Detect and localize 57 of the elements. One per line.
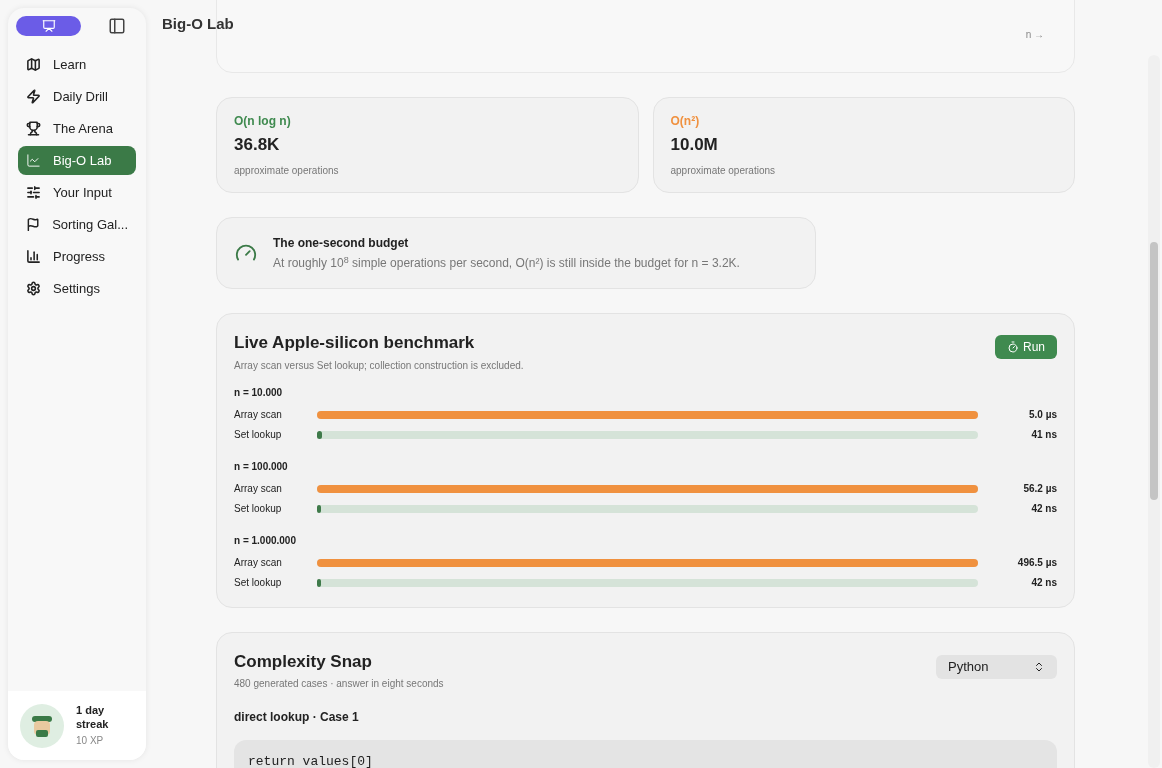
complexity-label: O(n log n) — [234, 112, 292, 130]
bar-chart-icon — [26, 249, 41, 264]
code-line: return values[0] — [248, 752, 373, 768]
nav-item[interactable]: Your Input — [18, 178, 136, 207]
map-icon — [26, 57, 41, 72]
group-label: n = 10.000 — [234, 385, 284, 400]
avatar-icon — [20, 703, 64, 748]
benchmark-title: Live Apple-silicon benchmark — [234, 332, 476, 354]
row-label: Set lookup — [234, 428, 283, 442]
timing-value: 41 ns — [1030, 428, 1057, 442]
flag-icon — [26, 217, 41, 232]
row-label: Array scan — [234, 556, 283, 570]
timing-value: 56.2 µs — [1022, 482, 1057, 496]
row-label: Set lookup — [234, 502, 283, 516]
nav-item[interactable]: Sorting Gal... — [18, 210, 136, 239]
language-select[interactable]: Python — [936, 654, 1057, 679]
timer-icon — [1007, 341, 1019, 353]
nav-item[interactable]: The Arena — [18, 114, 136, 143]
nav-item[interactable]: Learn — [18, 50, 136, 79]
benchmark-subtitle: Array scan versus Set lookup; collection construction is excluded. — [234, 358, 524, 373]
settings-icon — [26, 281, 41, 296]
snap-subtitle: 480 generated cases · answer in eight seconds — [234, 677, 444, 691]
nav-item[interactable]: Progress — [18, 242, 136, 271]
stat-value: 36.8K — [234, 133, 281, 156]
xp-label: 10 XP — [76, 734, 105, 748]
stat-caption: approximate operations — [234, 164, 340, 179]
budget-text: At roughly 10$^{8}$ simple operations per second, O(n²) is still inside the budget for n = 3.2K. — [273, 254, 740, 272]
group-label: n = 100.000 — [234, 459, 289, 474]
row-label: Set lookup — [234, 576, 283, 590]
presentation-icon — [41, 19, 56, 33]
workspace-button[interactable] — [16, 16, 81, 36]
nav-item[interactable]: Daily Drill — [18, 82, 136, 111]
lightning-icon — [26, 89, 41, 104]
timing-value: 42 ns — [1030, 502, 1057, 516]
case-title: direct lookup · Case 1 — [234, 709, 360, 726]
nav-item[interactable]: Settings — [18, 274, 136, 303]
sidebar-toggle-icon[interactable] — [108, 17, 126, 35]
nav-item[interactable]: Big-O Lab — [18, 146, 136, 175]
stat-value: 10.0M — [670, 133, 719, 156]
streak-label: 1 day streak — [76, 703, 110, 731]
timing-value: 42 ns — [1030, 576, 1057, 590]
run-button[interactable]: Run — [995, 335, 1057, 359]
row-label: Array scan — [234, 408, 283, 422]
timing-value: 5.0 µs — [1028, 408, 1057, 422]
snap-title: Complexity Snap — [234, 650, 373, 673]
trophy-icon — [26, 121, 41, 136]
budget-title: The one-second budget — [273, 235, 410, 252]
line-chart-icon — [26, 153, 41, 168]
axis-label: n → — [1025, 28, 1044, 42]
timing-value: 496.5 µs — [1016, 556, 1057, 570]
sliders-icon — [26, 185, 41, 200]
chevrons-icon — [1033, 660, 1045, 673]
stat-caption: approximate operations — [670, 164, 776, 179]
complexity-label: O(n²) — [670, 112, 701, 130]
page-title: Big-O Lab — [162, 15, 234, 32]
row-label: Array scan — [234, 482, 283, 496]
group-label: n = 1.000.000 — [234, 533, 297, 548]
